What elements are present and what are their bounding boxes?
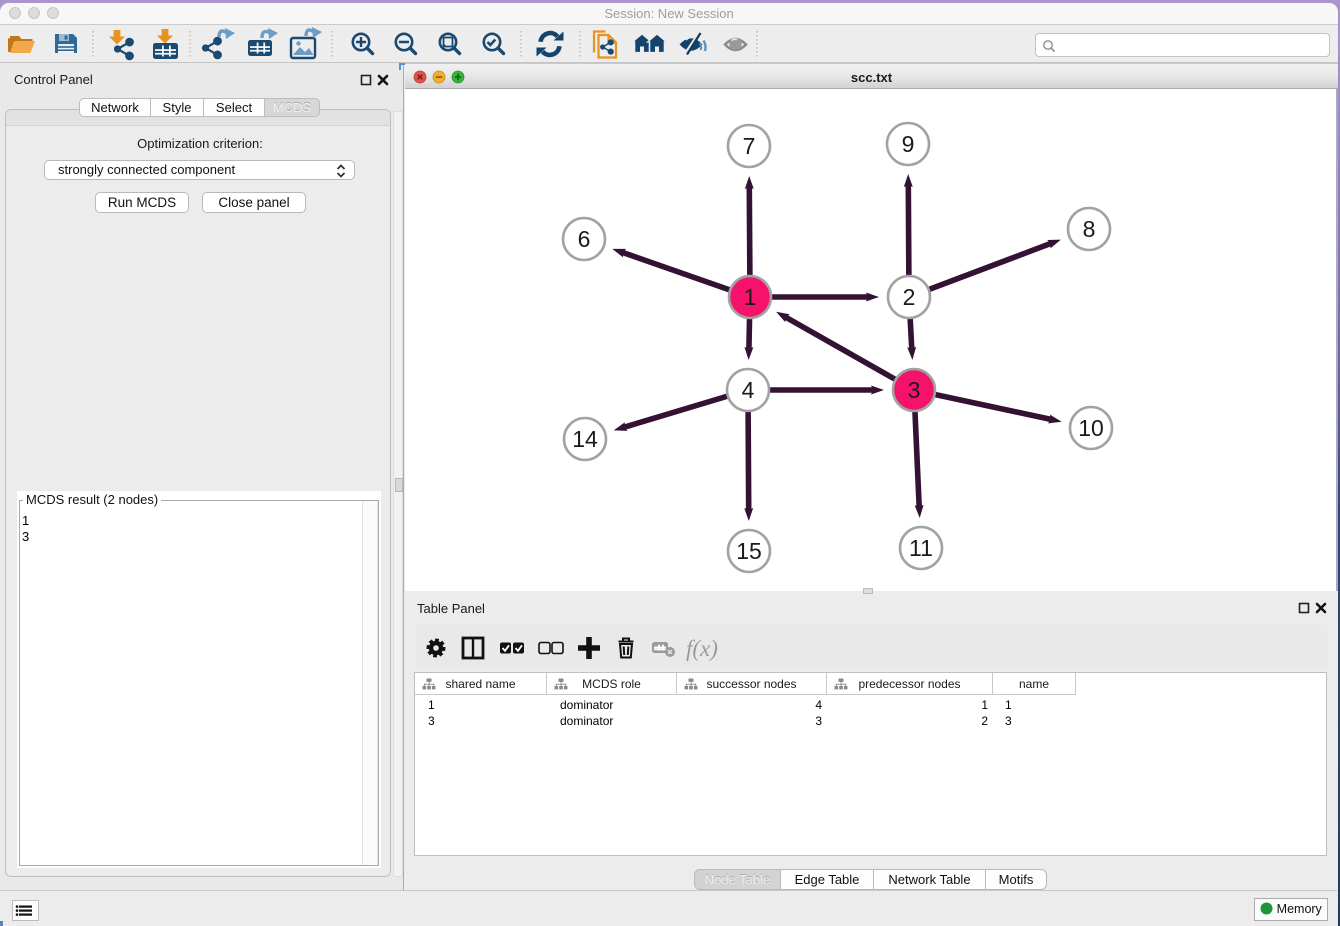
svg-text:6: 6: [578, 226, 591, 252]
svg-text:1: 1: [744, 284, 757, 310]
svg-text:2: 2: [903, 284, 916, 310]
svg-text:7: 7: [743, 133, 756, 159]
svg-text:11: 11: [909, 535, 933, 561]
svg-text:3: 3: [908, 377, 921, 403]
svg-text:8: 8: [1083, 216, 1096, 242]
svg-text:4: 4: [742, 377, 755, 403]
svg-text:9: 9: [902, 131, 915, 157]
svg-text:f(x): f(x): [686, 636, 718, 661]
svg-text:15: 15: [736, 538, 762, 564]
svg-text:10: 10: [1078, 415, 1104, 441]
svg-text:14: 14: [572, 426, 598, 452]
